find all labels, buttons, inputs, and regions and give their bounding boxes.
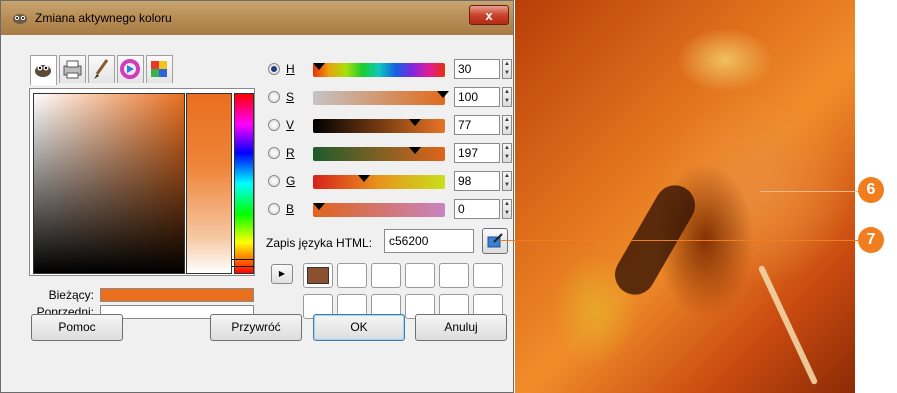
- channel-label-h: H: [286, 62, 295, 76]
- current-label: Bieżący:: [48, 288, 94, 302]
- callout-6: 6: [858, 177, 884, 203]
- ok-button[interactable]: OK: [313, 314, 405, 341]
- value-field-s[interactable]: 100: [454, 87, 500, 107]
- tab-watercolor[interactable]: [88, 55, 115, 83]
- channel-label-b: B: [286, 202, 295, 216]
- slider-marker-v[interactable]: [409, 119, 421, 126]
- html-notation-input[interactable]: c56200: [384, 229, 474, 253]
- hue-marker[interactable]: [232, 259, 254, 267]
- eyedropper-icon: [487, 233, 503, 248]
- printer-icon: [63, 60, 82, 79]
- tab-gimp[interactable]: [30, 55, 57, 85]
- slider-marker-h[interactable]: [313, 63, 325, 70]
- value-field-h[interactable]: 30: [454, 59, 500, 79]
- background-photo: [515, 0, 855, 393]
- slider-h[interactable]: [313, 63, 445, 77]
- color-wheel-icon: [120, 59, 140, 79]
- history-swatch[interactable]: [371, 263, 401, 288]
- gimp-icon: [35, 65, 51, 77]
- help-button[interactable]: Pomoc: [31, 314, 123, 341]
- cancel-button[interactable]: Anuluj: [415, 314, 507, 341]
- html-notation-label: Zapis języka HTML:: [266, 236, 373, 250]
- tab-wheel[interactable]: [117, 55, 144, 83]
- slider-g[interactable]: [313, 175, 445, 189]
- spinner-s[interactable]: ▲ ▼: [502, 87, 512, 107]
- value-field-r[interactable]: 197: [454, 143, 500, 163]
- value-field-b[interactable]: 0: [454, 199, 500, 219]
- reset-button[interactable]: Przywróć: [210, 314, 302, 341]
- slider-marker-s[interactable]: [437, 91, 449, 98]
- history-swatch-color: [307, 267, 329, 284]
- gimp-icon: [13, 14, 27, 24]
- callout-7: 7: [858, 227, 884, 253]
- callout-line-6: [760, 191, 860, 192]
- radio-s[interactable]: [268, 91, 280, 103]
- close-button[interactable]: x: [469, 5, 509, 25]
- slider-marker-g[interactable]: [358, 175, 370, 182]
- current-color-swatch: [100, 288, 254, 302]
- channel-label-g: G: [286, 174, 296, 188]
- spinner-g[interactable]: ▲ ▼: [502, 171, 512, 191]
- tab-cmyk[interactable]: [59, 55, 86, 83]
- value-field-v[interactable]: 77: [454, 115, 500, 135]
- history-expand-button[interactable]: ▶: [271, 264, 293, 284]
- spinner-b[interactable]: ▲ ▼: [502, 199, 512, 219]
- value-field-g[interactable]: 98: [454, 171, 500, 191]
- window-title: Zmiana aktywnego koloru: [35, 11, 172, 25]
- radio-r[interactable]: [268, 147, 280, 159]
- color-dialog: Zmiana aktywnego koloru x Bieżący: Poprz…: [0, 0, 514, 393]
- radio-g[interactable]: [268, 175, 280, 187]
- slider-r[interactable]: [313, 147, 445, 161]
- palette-icon: [151, 61, 167, 77]
- history-swatch[interactable]: [337, 263, 367, 288]
- photo-stamen: [757, 264, 819, 386]
- color-picker-button[interactable]: [482, 228, 508, 254]
- spinner-v[interactable]: ▲ ▼: [502, 115, 512, 135]
- title-bar[interactable]: Zmiana aktywnego koloru x: [1, 1, 513, 35]
- callout-line-7: [500, 240, 860, 241]
- slider-marker-r[interactable]: [409, 147, 421, 154]
- slider-b[interactable]: [313, 203, 445, 217]
- channel-label-s: S: [286, 90, 295, 104]
- history-swatch[interactable]: [405, 263, 435, 288]
- brush-icon: [94, 59, 109, 79]
- hue-strip[interactable]: [234, 93, 254, 274]
- radio-b[interactable]: [268, 203, 280, 215]
- history-swatch[interactable]: [473, 263, 503, 288]
- radio-h[interactable]: [268, 63, 280, 75]
- channel-label-v: V: [286, 118, 295, 132]
- slider-marker-b[interactable]: [313, 203, 325, 210]
- tab-palette[interactable]: [146, 55, 173, 83]
- radio-v[interactable]: [268, 119, 280, 131]
- channel-label-r: R: [286, 146, 295, 160]
- spinner-h[interactable]: ▲ ▼: [502, 59, 512, 79]
- saturation-value-area[interactable]: [33, 93, 185, 274]
- spinner-r[interactable]: ▲ ▼: [502, 143, 512, 163]
- history-swatch[interactable]: [303, 263, 333, 288]
- slider-s[interactable]: [313, 91, 449, 105]
- history-swatch[interactable]: [439, 263, 469, 288]
- value-strip[interactable]: [186, 93, 232, 274]
- slider-v[interactable]: [313, 119, 445, 133]
